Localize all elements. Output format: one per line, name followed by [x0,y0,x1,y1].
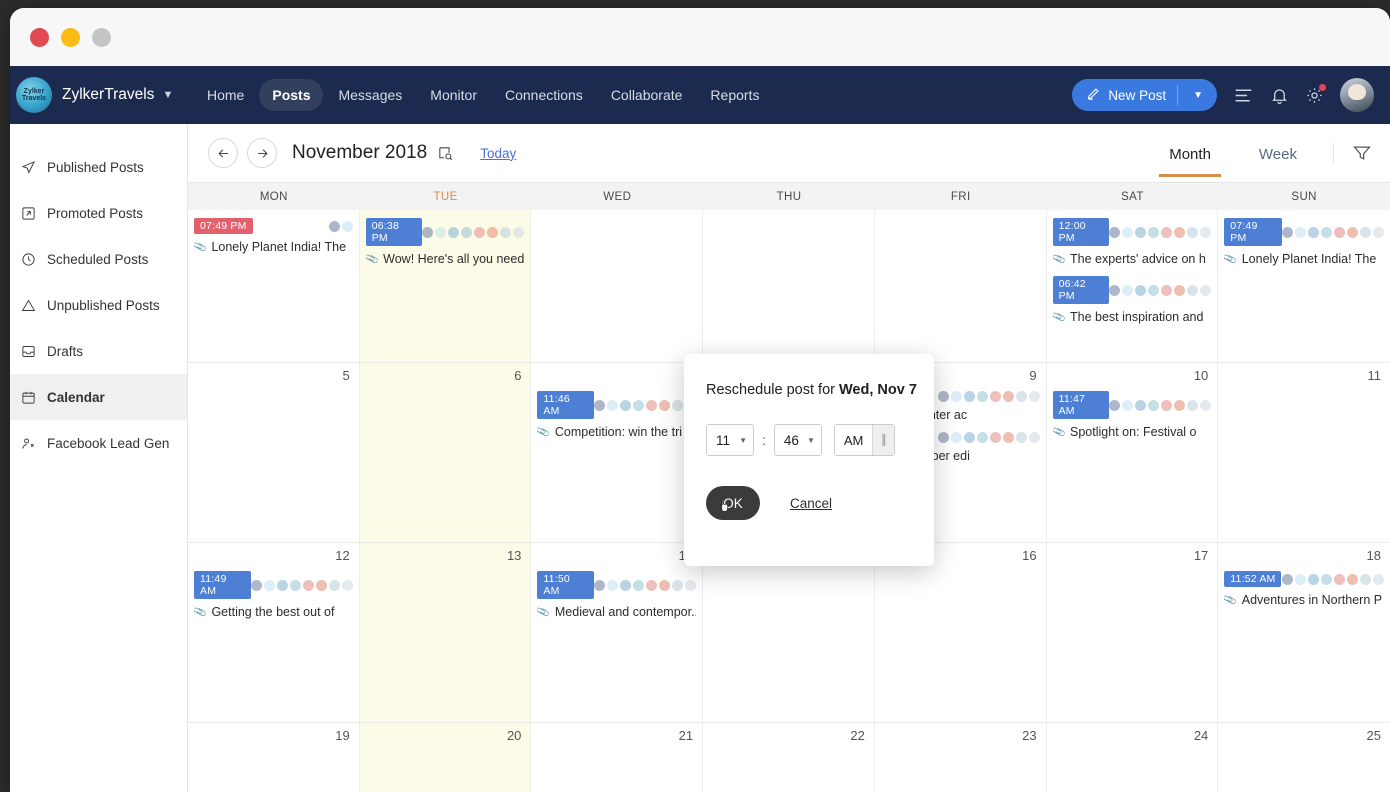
window-close-button[interactable] [30,28,49,47]
clock-icon [20,251,37,268]
menu-icon[interactable] [1233,85,1254,106]
chevron-down-icon: ▼ [807,436,815,445]
app-window: ZylkerTravels ZylkerTravels ▼ Home Posts… [10,8,1390,792]
nav-item-collaborate[interactable]: Collaborate [598,79,696,111]
sidebar-item-scheduled-posts[interactable]: Scheduled Posts [10,236,187,282]
window-minimize-button[interactable] [61,28,80,47]
sidebar-item-published-posts[interactable]: Published Posts [10,144,187,190]
pencil-icon [1086,86,1101,104]
sidebar-item-label: Scheduled Posts [47,252,148,267]
modal-title: Reschedule post for Wed, Nov 7 [706,382,934,398]
bell-icon[interactable] [1270,86,1289,105]
chevron-down-icon[interactable]: ▼ [1185,90,1211,101]
drawer-icon [20,343,37,360]
meridiem-spinner-icon[interactable]: ║ [872,425,894,455]
meridiem-value: AM [835,425,873,455]
new-post-label: New Post [1108,88,1166,103]
brand-logo-icon: ZylkerTravels [16,77,52,113]
nav-item-home[interactable]: Home [194,79,257,111]
sidebar: Published Posts Promoted Posts Scheduled… [10,124,188,792]
window-titlebar [10,8,1390,66]
promote-icon [20,205,37,222]
chevron-down-icon: ▼ [162,89,173,101]
reschedule-modal: Reschedule post for Wed, Nov 7 11 ▼ : 46… [684,354,934,566]
top-navigation-bar: ZylkerTravels ZylkerTravels ▼ Home Posts… [10,66,1390,124]
hour-select[interactable]: 11 ▼ [706,424,754,456]
warning-icon [20,297,37,314]
nav-right-cluster: New Post ▼ [1072,78,1374,112]
calendar-main: November 2018 Today Month Week MON [188,124,1390,792]
modal-title-date: Wed, Nov 7 [839,382,917,398]
brand-name: ZylkerTravels [62,86,154,104]
sidebar-item-unpublished-posts[interactable]: Unpublished Posts [10,282,187,328]
new-post-button[interactable]: New Post ▼ [1072,79,1217,111]
sidebar-item-promoted-posts[interactable]: Promoted Posts [10,190,187,236]
nav-item-posts[interactable]: Posts [259,79,323,111]
nav-item-messages[interactable]: Messages [325,79,415,111]
sidebar-item-label: Calendar [47,390,105,405]
chevron-down-icon: ▼ [739,436,747,445]
nav-item-reports[interactable]: Reports [697,79,772,111]
cancel-button[interactable]: Cancel [790,496,832,511]
ok-button-label: OK [723,496,743,511]
hour-value: 11 [716,433,730,448]
calendar-icon [20,389,37,406]
window-maximize-button[interactable] [92,28,111,47]
sidebar-item-label: Facebook Lead Gen [47,436,169,451]
time-picker-row: 11 ▼ : 46 ▼ AM ║ [706,424,934,456]
notification-badge [1319,84,1326,91]
app-body: Published Posts Promoted Posts Scheduled… [10,124,1390,792]
sidebar-item-label: Unpublished Posts [47,298,160,313]
minute-value: 46 [784,433,799,448]
sidebar-item-label: Published Posts [47,160,144,175]
avatar[interactable] [1340,78,1374,112]
sidebar-item-calendar[interactable]: Calendar [10,374,187,420]
send-icon [20,159,37,176]
sidebar-item-label: Promoted Posts [47,206,143,221]
gear-icon[interactable] [1305,86,1324,105]
sidebar-item-drafts[interactable]: Drafts [10,328,187,374]
nav-item-connections[interactable]: Connections [492,79,596,111]
sidebar-item-label: Drafts [47,344,83,359]
new-post-divider [1177,85,1178,105]
minute-select[interactable]: 46 ▼ [774,424,822,456]
modal-overlay: Reschedule post for Wed, Nov 7 11 ▼ : 46… [188,124,1390,792]
modal-title-prefix: Reschedule post for [706,382,839,398]
time-colon: : [762,432,766,448]
sidebar-item-facebook-lead-gen[interactable]: Facebook Lead Gen [10,420,187,466]
brand-selector[interactable]: ZylkerTravels ZylkerTravels ▼ [10,77,190,113]
modal-button-row: OK Cancel [706,486,934,520]
leadgen-icon [20,435,37,452]
ok-button[interactable]: OK [706,486,760,520]
meridiem-stepper[interactable]: AM ║ [834,424,896,456]
nav-item-monitor[interactable]: Monitor [417,79,490,111]
nav-items: Home Posts Messages Monitor Connections … [194,79,772,111]
